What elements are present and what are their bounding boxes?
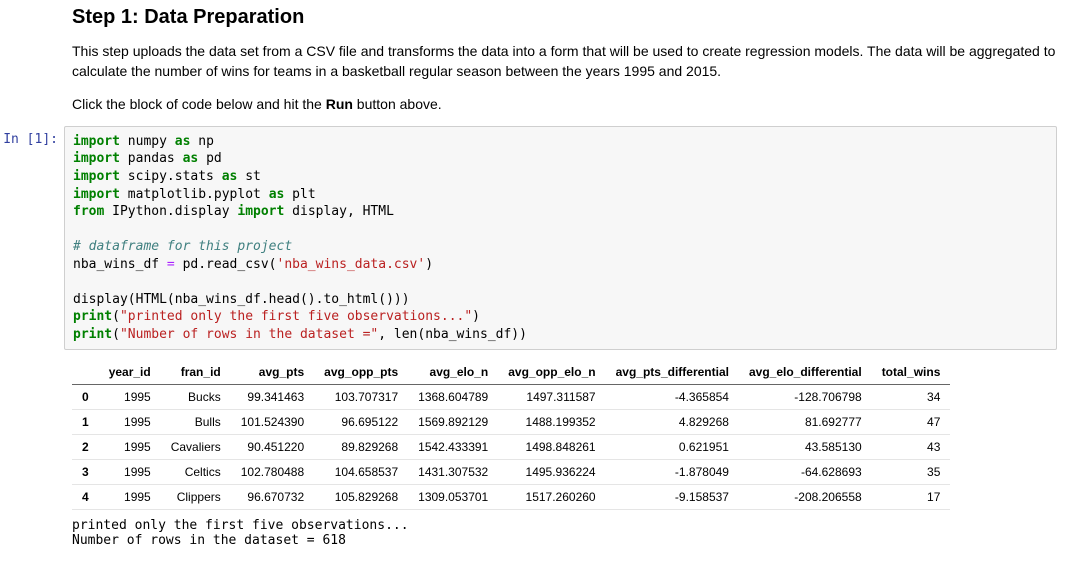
- cell: 1995: [99, 385, 161, 410]
- cell: 1309.053701: [408, 485, 498, 510]
- table-row: 21995Cavaliers90.45122089.8292681542.433…: [72, 435, 950, 460]
- row-index: 0: [72, 385, 99, 410]
- cell: 1495.936224: [498, 460, 605, 485]
- cell: 103.707317: [314, 385, 408, 410]
- cell: 1497.311587: [498, 385, 605, 410]
- row-index: 2: [72, 435, 99, 460]
- cell: 4.829268: [606, 410, 739, 435]
- cell: 1488.199352: [498, 410, 605, 435]
- cell: 99.341463: [231, 385, 314, 410]
- cell: 1542.433391: [408, 435, 498, 460]
- cell: 96.695122: [314, 410, 408, 435]
- cell: 96.670732: [231, 485, 314, 510]
- step-heading: Step 1: Data Preparation: [72, 6, 1057, 29]
- col-header: avg_opp_pts: [314, 360, 408, 385]
- cell: 102.780488: [231, 460, 314, 485]
- cell: -64.628693: [739, 460, 872, 485]
- row-index: 1: [72, 410, 99, 435]
- step-description-1: This step uploads the data set from a CS…: [72, 41, 1057, 82]
- cell: 35: [872, 460, 951, 485]
- markdown-cell: Step 1: Data Preparation This step uploa…: [0, 6, 1067, 114]
- cell: 1517.260260: [498, 485, 605, 510]
- cell: Clippers: [161, 485, 231, 510]
- row-index: 3: [72, 460, 99, 485]
- cell: 17: [872, 485, 951, 510]
- col-header: avg_elo_differential: [739, 360, 872, 385]
- input-prompt: In [1]:: [0, 126, 64, 147]
- cell: 1368.604789: [408, 385, 498, 410]
- code-input-area[interactable]: import numpy as np import pandas as pd i…: [64, 126, 1057, 351]
- cell: -128.706798: [739, 385, 872, 410]
- cell: 47: [872, 410, 951, 435]
- row-index: 4: [72, 485, 99, 510]
- step-description-2: Click the block of code below and hit th…: [72, 94, 1057, 114]
- output-cell: year_id fran_id avg_pts avg_opp_pts avg_…: [0, 350, 1067, 548]
- col-header: avg_pts_differential: [606, 360, 739, 385]
- cell: Celtics: [161, 460, 231, 485]
- cell: 1995: [99, 460, 161, 485]
- cell: 104.658537: [314, 460, 408, 485]
- col-header: fran_id: [161, 360, 231, 385]
- cell: -4.365854: [606, 385, 739, 410]
- cell: 43: [872, 435, 951, 460]
- dataframe-table: year_id fran_id avg_pts avg_opp_pts avg_…: [72, 360, 950, 510]
- cell: 43.585130: [739, 435, 872, 460]
- col-header: total_wins: [872, 360, 951, 385]
- cell: 81.692777: [739, 410, 872, 435]
- cell: 1995: [99, 485, 161, 510]
- cell: 1498.848261: [498, 435, 605, 460]
- cell: Bulls: [161, 410, 231, 435]
- code-cell[interactable]: In [1]: import numpy as np import pandas…: [0, 126, 1067, 351]
- cell: 101.524390: [231, 410, 314, 435]
- col-header: avg_opp_elo_n: [498, 360, 605, 385]
- cell: Cavaliers: [161, 435, 231, 460]
- table-row: 31995Celtics102.780488104.6585371431.307…: [72, 460, 950, 485]
- cell: 1569.892129: [408, 410, 498, 435]
- cell: 105.829268: [314, 485, 408, 510]
- cell: 1431.307532: [408, 460, 498, 485]
- cell: 1995: [99, 435, 161, 460]
- col-header: year_id: [99, 360, 161, 385]
- table-row: 01995Bucks99.341463103.7073171368.604789…: [72, 385, 950, 410]
- col-header: avg_elo_n: [408, 360, 498, 385]
- cell: 34: [872, 385, 951, 410]
- cell: 0.621951: [606, 435, 739, 460]
- cell: 1995: [99, 410, 161, 435]
- cell: -9.158537: [606, 485, 739, 510]
- stdout: printed only the first five observations…: [72, 518, 1057, 548]
- table-row: 11995Bulls101.52439096.6951221569.892129…: [72, 410, 950, 435]
- col-header: avg_pts: [231, 360, 314, 385]
- cell: 89.829268: [314, 435, 408, 460]
- cell: -1.878049: [606, 460, 739, 485]
- table-header-row: year_id fran_id avg_pts avg_opp_pts avg_…: [72, 360, 950, 385]
- cell: 90.451220: [231, 435, 314, 460]
- cell: -208.206558: [739, 485, 872, 510]
- table-row: 41995Clippers96.670732105.8292681309.053…: [72, 485, 950, 510]
- cell: Bucks: [161, 385, 231, 410]
